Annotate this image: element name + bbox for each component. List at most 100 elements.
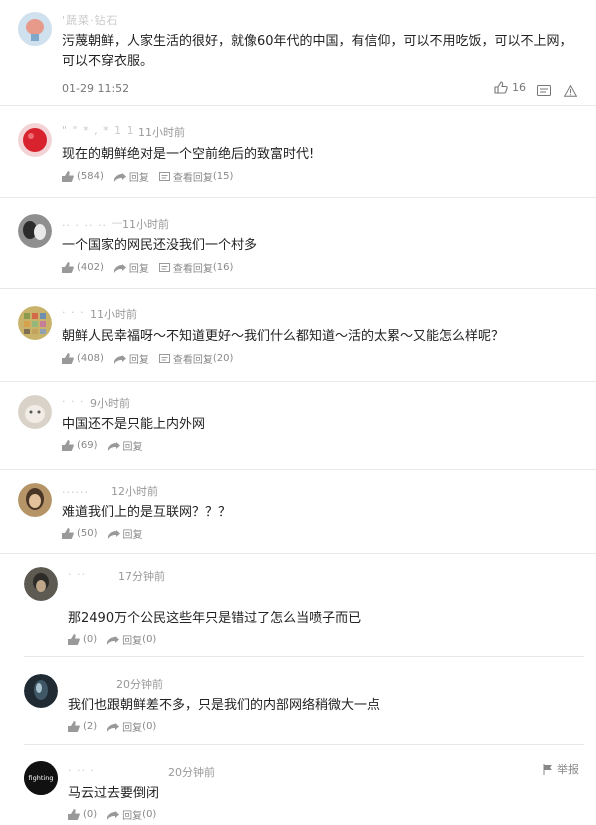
avatar[interactable] [18, 12, 52, 46]
avatar-image [18, 395, 52, 429]
like-button[interactable]: 16 [494, 81, 526, 94]
reply-count: (0) [142, 809, 157, 820]
like-count: (402) [77, 262, 104, 273]
report-button[interactable]: 举报 [543, 761, 579, 777]
username[interactable]: · · · [62, 306, 84, 319]
reply-button[interactable] [537, 82, 551, 101]
comment-8: 20分钟前 我们也跟朝鲜差不多，只是我们的内部网络稍微大一点 (2) 回复 (0… [0, 656, 596, 744]
report-label: 举报 [557, 763, 579, 776]
like-count: (69) [77, 440, 98, 451]
like-count: (408) [77, 353, 104, 364]
thumbs-up-icon [68, 809, 80, 820]
username[interactable]: " " * , * 1 1 [62, 124, 135, 137]
avatar[interactable] [18, 214, 52, 248]
reply-button[interactable]: 回复 (0) [107, 719, 156, 734]
avatar-image: fighting [24, 761, 58, 795]
comment-7: · ·· 17分钟前 那2490万个公民这些年只是错过了怎么当喷子而已 (0) … [0, 553, 596, 656]
comment-text: 现在的朝鲜绝对是一个空前绝后的致富时代! [62, 147, 315, 162]
reply-button[interactable]: 回复 [113, 169, 149, 184]
reply-button[interactable]: 回复 (0) [107, 807, 156, 822]
comment-text: 朝鲜人民幸福呀～不知道更好～我们什么都知道～活的太累～又能怎么样呢？ [62, 329, 505, 344]
username[interactable]: ...... [62, 483, 89, 496]
thumbs-up-icon [62, 262, 74, 273]
comment-text: 那2490万个公民这些年只是错过了怎么当喷子而已 [68, 611, 362, 626]
reply-button[interactable]: 回复 [113, 260, 149, 275]
comment-text: 污蔑朝鲜，人家生活的很好，就像60年代的中国，有信仰，可以不用吃饭，可以不上网，… [62, 34, 573, 69]
timestamp: 11小时前 [138, 126, 185, 139]
avatar[interactable] [18, 123, 52, 157]
timestamp: 17分钟前 [118, 570, 165, 583]
reply-button[interactable]: 回复 [107, 526, 143, 541]
comment-9: fighting · ·· · 20分钟前 举报 马云过去要倒闭 (0) 回复 … [0, 744, 596, 825]
username[interactable]: .. . .. .. — [62, 216, 123, 229]
avatar[interactable]: fighting [24, 761, 58, 795]
view-replies-button[interactable]: 查看回复 (20) [158, 351, 234, 366]
like-count: (584) [77, 171, 104, 182]
avatar-text: fighting [29, 774, 54, 782]
view-replies-label: 查看回复 [172, 355, 213, 366]
flag-icon [543, 763, 552, 775]
reply-arrow-icon [113, 354, 126, 364]
comment-actions: (2) 回复 (0) [68, 719, 166, 734]
avatar-image [18, 483, 52, 517]
thumbs-up-icon [62, 171, 74, 182]
reply-label: 回复 [122, 636, 143, 647]
like-button[interactable]: (69) [62, 440, 98, 451]
reply-arrow-icon [107, 810, 120, 820]
avatar[interactable] [18, 483, 52, 517]
comment-2: " " * , * 1 1 11小时前 现在的朝鲜绝对是一个空前绝后的致富时代!… [0, 105, 596, 197]
comment-icon [537, 85, 551, 96]
comment-actions: (50) 回复 [62, 526, 153, 541]
timestamp: 01-29 11:52 [62, 82, 130, 95]
thumbs-up-icon [62, 440, 74, 451]
comment-actions: (402) 回复 查看回复 (16) [62, 260, 243, 275]
avatar-image [18, 12, 52, 46]
reply-count: (0) [142, 634, 157, 645]
reply-count: (20) [212, 353, 234, 364]
comment-text: 难道我们上的是互联网？？？ [62, 505, 232, 520]
comment-6: ...... 12小时前 难道我们上的是互联网？？？ (50) 回复 [0, 469, 596, 553]
comment-3: .. . .. .. — 11小时前 一个国家的网民还没我们一个村多 (402)… [0, 197, 596, 288]
comment-text: 马云过去要倒闭 [68, 786, 160, 801]
reply-count: (16) [212, 262, 234, 273]
thumbs-up-icon [494, 81, 508, 94]
comment-actions: (0) 回复 (0) [68, 632, 166, 647]
timestamp: 20分钟前 [168, 766, 215, 779]
like-button[interactable]: (408) [62, 353, 104, 364]
username[interactable]: · ·· · [68, 764, 95, 777]
reply-count: (15) [212, 171, 234, 182]
reply-label: 回复 [122, 811, 143, 822]
avatar[interactable] [18, 395, 52, 429]
view-replies-label: 查看回复 [172, 264, 213, 275]
username[interactable]: · ·· [68, 568, 86, 581]
like-button[interactable]: (0) [68, 809, 97, 820]
reply-button[interactable]: 回复 (0) [107, 632, 156, 647]
reply-arrow-icon [107, 722, 120, 732]
view-replies-button[interactable]: 查看回复 (15) [158, 169, 234, 184]
comment-actions: (69) 回复 [62, 438, 153, 453]
avatar[interactable] [18, 306, 52, 340]
reply-button[interactable]: 回复 [113, 351, 149, 366]
like-button[interactable]: (402) [62, 262, 104, 273]
avatar[interactable] [24, 567, 58, 601]
view-replies-button[interactable]: 查看回复 (16) [158, 260, 234, 275]
report-button[interactable] [563, 82, 578, 101]
thumbs-up-icon [62, 353, 74, 364]
like-button[interactable]: (0) [68, 634, 97, 645]
like-button[interactable]: (584) [62, 171, 104, 182]
comment-5: · · · 9小时前 中国还不是只能上内外网 (69) 回复 [0, 381, 596, 469]
username[interactable]: · · · [62, 395, 84, 408]
reply-arrow-icon [107, 441, 120, 451]
reply-button[interactable]: 回复 [107, 438, 143, 453]
like-count: (2) [83, 721, 98, 732]
like-button[interactable]: (2) [68, 721, 97, 732]
username[interactable]: '蔬菜·钻石 [62, 12, 119, 28]
thumbs-up-icon [62, 528, 74, 539]
comment-text: 我们也跟朝鲜差不多，只是我们的内部网络稍微大一点 [68, 698, 381, 713]
comment-1: '蔬菜·钻石 污蔑朝鲜，人家生活的很好，就像60年代的中国，有信仰，可以不用吃饭… [0, 0, 596, 105]
avatar[interactable] [24, 674, 58, 708]
reply-label: 回复 [122, 723, 143, 734]
reply-arrow-icon [113, 172, 126, 182]
comment-icon [158, 171, 170, 181]
like-button[interactable]: (50) [62, 528, 98, 539]
